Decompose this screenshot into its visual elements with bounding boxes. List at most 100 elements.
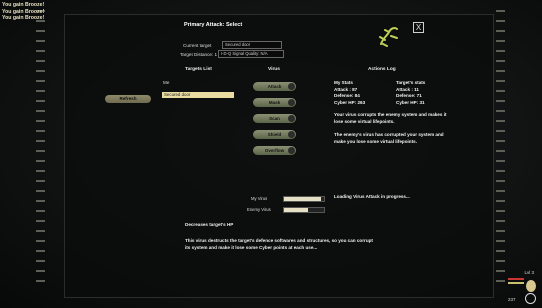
rail-tick — [36, 50, 45, 52]
action-message: The enemy's virus has corrupted your sys… — [334, 132, 444, 144]
rail-tick — [36, 70, 45, 72]
rail-tick — [36, 140, 45, 142]
rail-tick — [496, 200, 505, 202]
rail-tick — [36, 100, 45, 102]
rail-tick — [496, 130, 505, 132]
rail-tick — [496, 50, 505, 52]
rail-tick — [36, 220, 45, 222]
rail-tick — [36, 90, 45, 92]
lamp-icon — [526, 280, 536, 292]
virus-heading: Virus — [268, 67, 280, 72]
action-message: Your virus corrupts the enemy system and… — [334, 112, 447, 124]
rail-tick — [36, 40, 45, 42]
rail-tick — [496, 180, 505, 182]
rail-tick — [36, 160, 45, 162]
rail-tick — [496, 220, 505, 222]
health-bar — [508, 278, 524, 280]
signal-quality-field: I-D-Q Signal Quality: N/A — [218, 50, 284, 58]
rail-tick — [496, 190, 505, 192]
rail-tick — [496, 150, 505, 152]
rail-tick — [496, 100, 505, 102]
rail-tick — [36, 130, 45, 132]
refresh-button[interactable]: Refresh — [105, 95, 151, 103]
virus-button-label: Overflow — [264, 148, 285, 153]
rail-tick — [496, 270, 505, 272]
target-stats-title: Target's stats — [396, 80, 426, 85]
gecko-icon — [379, 27, 398, 47]
virus-button-label: Attack — [267, 84, 282, 89]
player-hud: Lvl 3 237 — [508, 270, 538, 304]
target-list-item[interactable]: Secured door — [162, 92, 234, 98]
rail-tick — [36, 230, 45, 232]
window-title: Primary Attack: Select — [184, 22, 243, 28]
rail-tick — [496, 280, 505, 282]
rail-tick — [36, 190, 45, 192]
rail-tick — [36, 200, 45, 202]
rail-tick — [36, 170, 45, 172]
log-line: You gain Brooze! — [2, 2, 45, 8]
menu-icon[interactable] — [525, 293, 536, 304]
virus-button-label: Mask — [268, 100, 281, 105]
rail-tick — [36, 120, 45, 122]
targets-list-heading: Targets List — [185, 67, 212, 72]
rail-tick — [36, 260, 45, 262]
rail-tick — [36, 180, 45, 182]
enemy-virus-label: Enemy Virus — [247, 207, 271, 212]
mask-icon — [288, 99, 295, 106]
rail-tick — [496, 120, 505, 122]
ammo-counter: 237 — [508, 297, 516, 302]
shield-icon — [288, 131, 295, 138]
rail-tick — [496, 20, 505, 22]
my-cyber-hp: Cyber HP: 263 — [334, 99, 366, 105]
rail-tick — [36, 240, 45, 242]
level-label: Lvl 3 — [524, 270, 534, 275]
enemy-virus-fill — [284, 208, 308, 212]
targets-sub-label: Me — [163, 80, 170, 85]
virus-description-body: This virus destructs the target's defenc… — [185, 238, 373, 250]
rail-tick — [496, 140, 505, 142]
virus-description-title: Decreases target's HP — [185, 222, 234, 227]
rail-tick — [496, 110, 505, 112]
rail-tick — [496, 170, 505, 172]
virus-shield-button[interactable]: Shield — [253, 130, 296, 139]
loading-status: Loading Virus Attack in progress... — [334, 194, 410, 199]
my-virus-label: My Virus — [251, 196, 268, 201]
rail-tick — [496, 80, 505, 82]
current-target-field[interactable]: Secured door — [222, 41, 282, 49]
rail-tick — [36, 250, 45, 252]
my-stats-block: My Stats Attack : 87 Defense: 84 Cyber H… — [334, 80, 365, 106]
right-tick-rail — [496, 10, 506, 298]
rail-tick — [496, 70, 505, 72]
virus-button-label: Scan — [269, 116, 280, 121]
target-cyber-hp: Cyber HP: 31 — [396, 99, 425, 105]
rail-tick — [496, 60, 505, 62]
current-target-label: Current target — [183, 43, 212, 48]
rail-tick — [496, 260, 505, 262]
virus-scan-button[interactable]: Scan — [253, 114, 296, 123]
rail-tick — [496, 10, 505, 12]
log-line: You gain Brooze! — [2, 15, 45, 21]
target-defense: Defense: 71 — [396, 93, 422, 98]
attack-icon — [288, 83, 295, 90]
close-button[interactable]: X — [413, 22, 424, 33]
rail-tick — [496, 40, 505, 42]
target-distance-label: Target Distance: 1 — [180, 52, 218, 57]
my-virus-fill — [284, 197, 321, 201]
energy-bar — [508, 282, 524, 284]
virus-overflow-button[interactable]: Overflow — [253, 146, 296, 155]
virus-mask-button[interactable]: Mask — [253, 98, 296, 107]
rail-tick — [36, 110, 45, 112]
rail-tick — [496, 160, 505, 162]
rail-tick — [496, 30, 505, 32]
rail-tick — [36, 30, 45, 32]
actions-log-heading: Actions Log — [368, 67, 396, 72]
scan-icon — [288, 115, 295, 122]
rail-tick — [36, 80, 45, 82]
rail-tick — [36, 210, 45, 212]
rail-tick — [36, 280, 45, 282]
virus-attack-button[interactable]: Attack — [253, 82, 296, 91]
overflow-icon — [288, 147, 295, 154]
event-log: You gain Brooze! You gain Brooze! You ga… — [2, 2, 44, 22]
enemy-virus-bar — [283, 207, 325, 213]
rail-tick — [496, 230, 505, 232]
